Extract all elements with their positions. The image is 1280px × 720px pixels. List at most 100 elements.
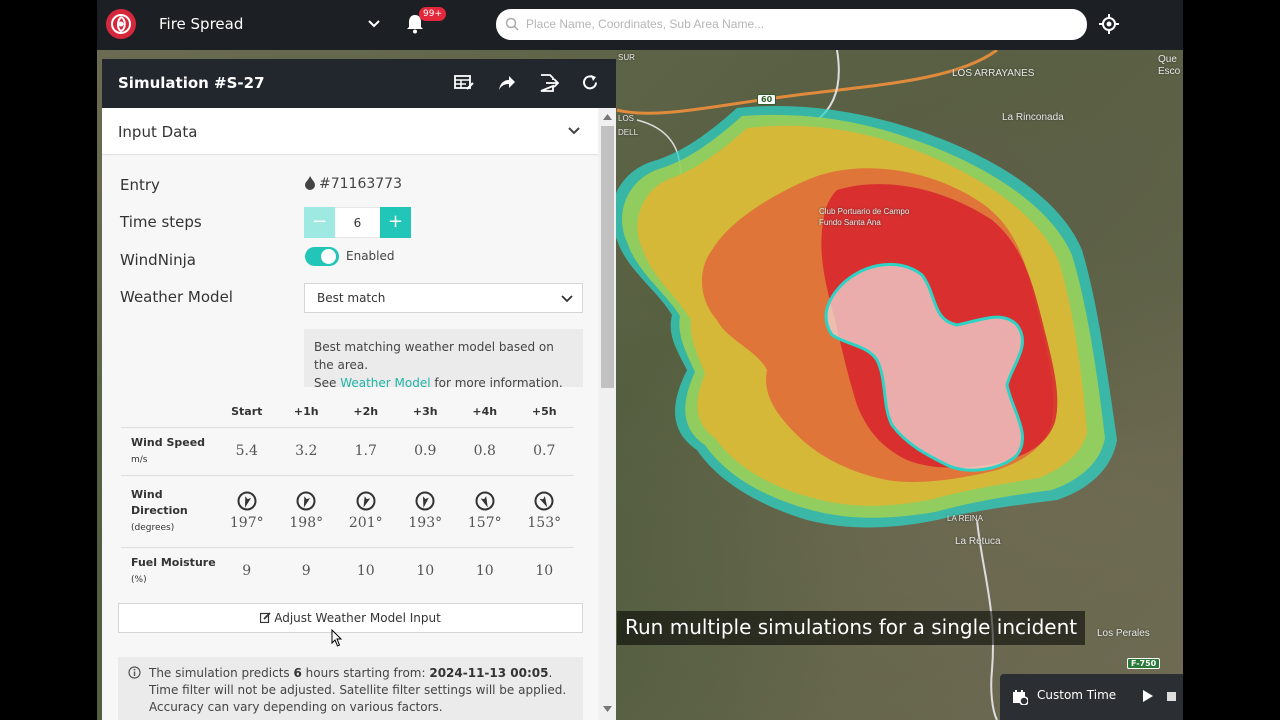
video-caption: Run multiple simulations for a single in… [617,611,1086,645]
wind-direction-cell: 197° [217,475,277,548]
adjust-weather-button[interactable]: Adjust Weather Model Input [118,603,583,633]
wind-direction-cell: 201° [336,475,396,548]
road-shield-f750: F-750 [1127,658,1161,669]
wind-direction-cell: 193° [395,475,455,548]
scroll-down-arrow-icon[interactable] [603,706,612,712]
search-bar[interactable] [496,9,1087,40]
predict-text-2: hours starting from: [301,666,430,680]
wind-speed-cell: 0.8 [455,427,515,476]
map-label: LOS [618,114,635,123]
highway-road [616,50,998,115]
wind-direction-value: 193° [408,515,443,531]
wind-direction-value: 197° [229,515,264,531]
map-label: Esco [1158,66,1181,77]
calendar-clock-icon [1013,690,1028,705]
adjust-weather-label: Adjust Weather Model Input [274,611,441,625]
map-label: Fundo Santa Ana [819,218,881,227]
share-icon[interactable] [498,74,516,92]
fuel-moisture-cell: 9 [301,563,311,580]
predict-start-time: 2024-11-13 00:05 [429,666,549,680]
play-icon[interactable] [1142,690,1154,702]
windninja-label: WindNinja [120,251,196,269]
wind-arrow-icon [296,491,316,511]
edit-icon [260,612,271,624]
table-row: Fuel Moisture (%) 9 9 10 10 10 10 [121,547,574,595]
predict-text-1: The simulation predicts [149,666,294,680]
input-data-section-header[interactable]: Input Data [102,108,598,155]
table-header-row: Start +1h +2h +3h +4h +5h [121,397,574,428]
scrollbar-thumb[interactable] [601,126,614,388]
scrollbar[interactable] [599,108,616,720]
wind-direction-cell: 153° [514,475,574,548]
info-line-2: See Weather Model for more information. [314,374,573,392]
wind-direction-value: 201° [348,515,383,531]
custom-time-label: Custom Time [1037,688,1117,702]
wind-arrow-icon [415,491,435,511]
map-label: LA REINA [947,514,984,523]
column-header: +3h [395,397,455,428]
table-row: Wind Speed m/s 5.4 3.2 1.7 0.9 0.8 0.7 [121,427,574,476]
panel-title: Simulation #S-27 [118,74,265,92]
scroll-up-arrow-icon[interactable] [603,114,612,120]
weather-model-info: Best matching weather model based on the… [304,329,583,390]
fuel-moisture-unit: (%) [131,574,147,585]
time-steps-stepper[interactable]: − 6 + [304,207,411,238]
map-label: Que [1158,54,1177,65]
column-header: +5h [514,397,574,428]
weather-table: Start +1h +2h +3h +4h +5h Wind Speed m/s … [121,397,574,595]
column-header: Start [217,397,277,428]
table-header-empty [121,397,217,428]
flame-spiral-icon [111,14,131,34]
custom-time-control[interactable]: Custom Time [1000,674,1183,720]
row-label: Wind Speed m/s [121,427,217,476]
wind-speed-label: Wind Speed [131,435,206,449]
wind-direction-value: 153° [527,515,562,531]
wind-direction-label: Wind Direction [131,487,188,517]
column-header: +4h [455,397,515,428]
wind-direction-unit: (degrees) [131,522,175,533]
export-icon[interactable] [539,74,559,92]
windninja-toggle[interactable] [305,247,339,266]
chevron-down-icon[interactable] [567,124,581,138]
row-label: Fuel Moisture (%) [121,547,217,595]
search-input[interactable] [526,13,1066,35]
refresh-icon[interactable] [582,74,599,91]
entry-label: Entry [120,176,160,194]
locate-icon[interactable] [1099,14,1119,34]
weather-model-label: Weather Model [120,288,233,306]
stop-icon[interactable] [1167,692,1176,701]
chevron-down-icon[interactable] [367,16,381,30]
wind-direction-value: 157° [467,515,502,531]
panel-header: Simulation #S-27 [102,59,616,108]
map-label: La Rinconada [1002,112,1064,123]
weather-model-select[interactable]: Best match [304,283,583,313]
time-steps-value[interactable]: 6 [335,207,380,238]
wind-arrow-icon [356,491,376,511]
app-window: Fire Spread 9 9 + Place Name, Coordinates,… [97,0,1183,720]
road-shield-60: 60 [757,94,777,105]
app-title[interactable]: Fire Spread [159,15,243,33]
app-logo[interactable] [106,9,136,39]
decrement-button[interactable]: − [304,207,335,238]
fuel-moisture-cell: 9 [242,563,252,580]
weather-model-link[interactable]: Weather Model [340,376,430,390]
wind-speed-cell: 5.4 [217,427,277,476]
map-label: Los Perales [1097,628,1150,639]
map-label: Club Portuario de Campo [819,207,910,216]
mouse-cursor-icon [331,629,343,647]
fuel-moisture-cell: 10 [416,563,435,580]
fuel-moisture-label: Fuel Moisture [131,555,216,569]
map-label: LOS ARRAYANES [952,68,1035,79]
chevron-down-icon [561,295,573,303]
info-see: See [314,376,341,390]
map-label: La Retuca [955,536,1001,547]
wind-arrow-icon [237,491,257,511]
top-bar: Fire Spread 99+ [97,0,1183,50]
wind-speed-cell: 0.9 [395,427,455,476]
table-edit-icon[interactable] [454,74,474,92]
row-label: Wind Direction (degrees) [121,475,217,548]
fuel-moisture-cell: 10 [475,563,494,580]
increment-button[interactable]: + [380,207,411,238]
weather-model-value: Best match [317,291,386,305]
wind-direction-cell: 157° [455,475,515,548]
